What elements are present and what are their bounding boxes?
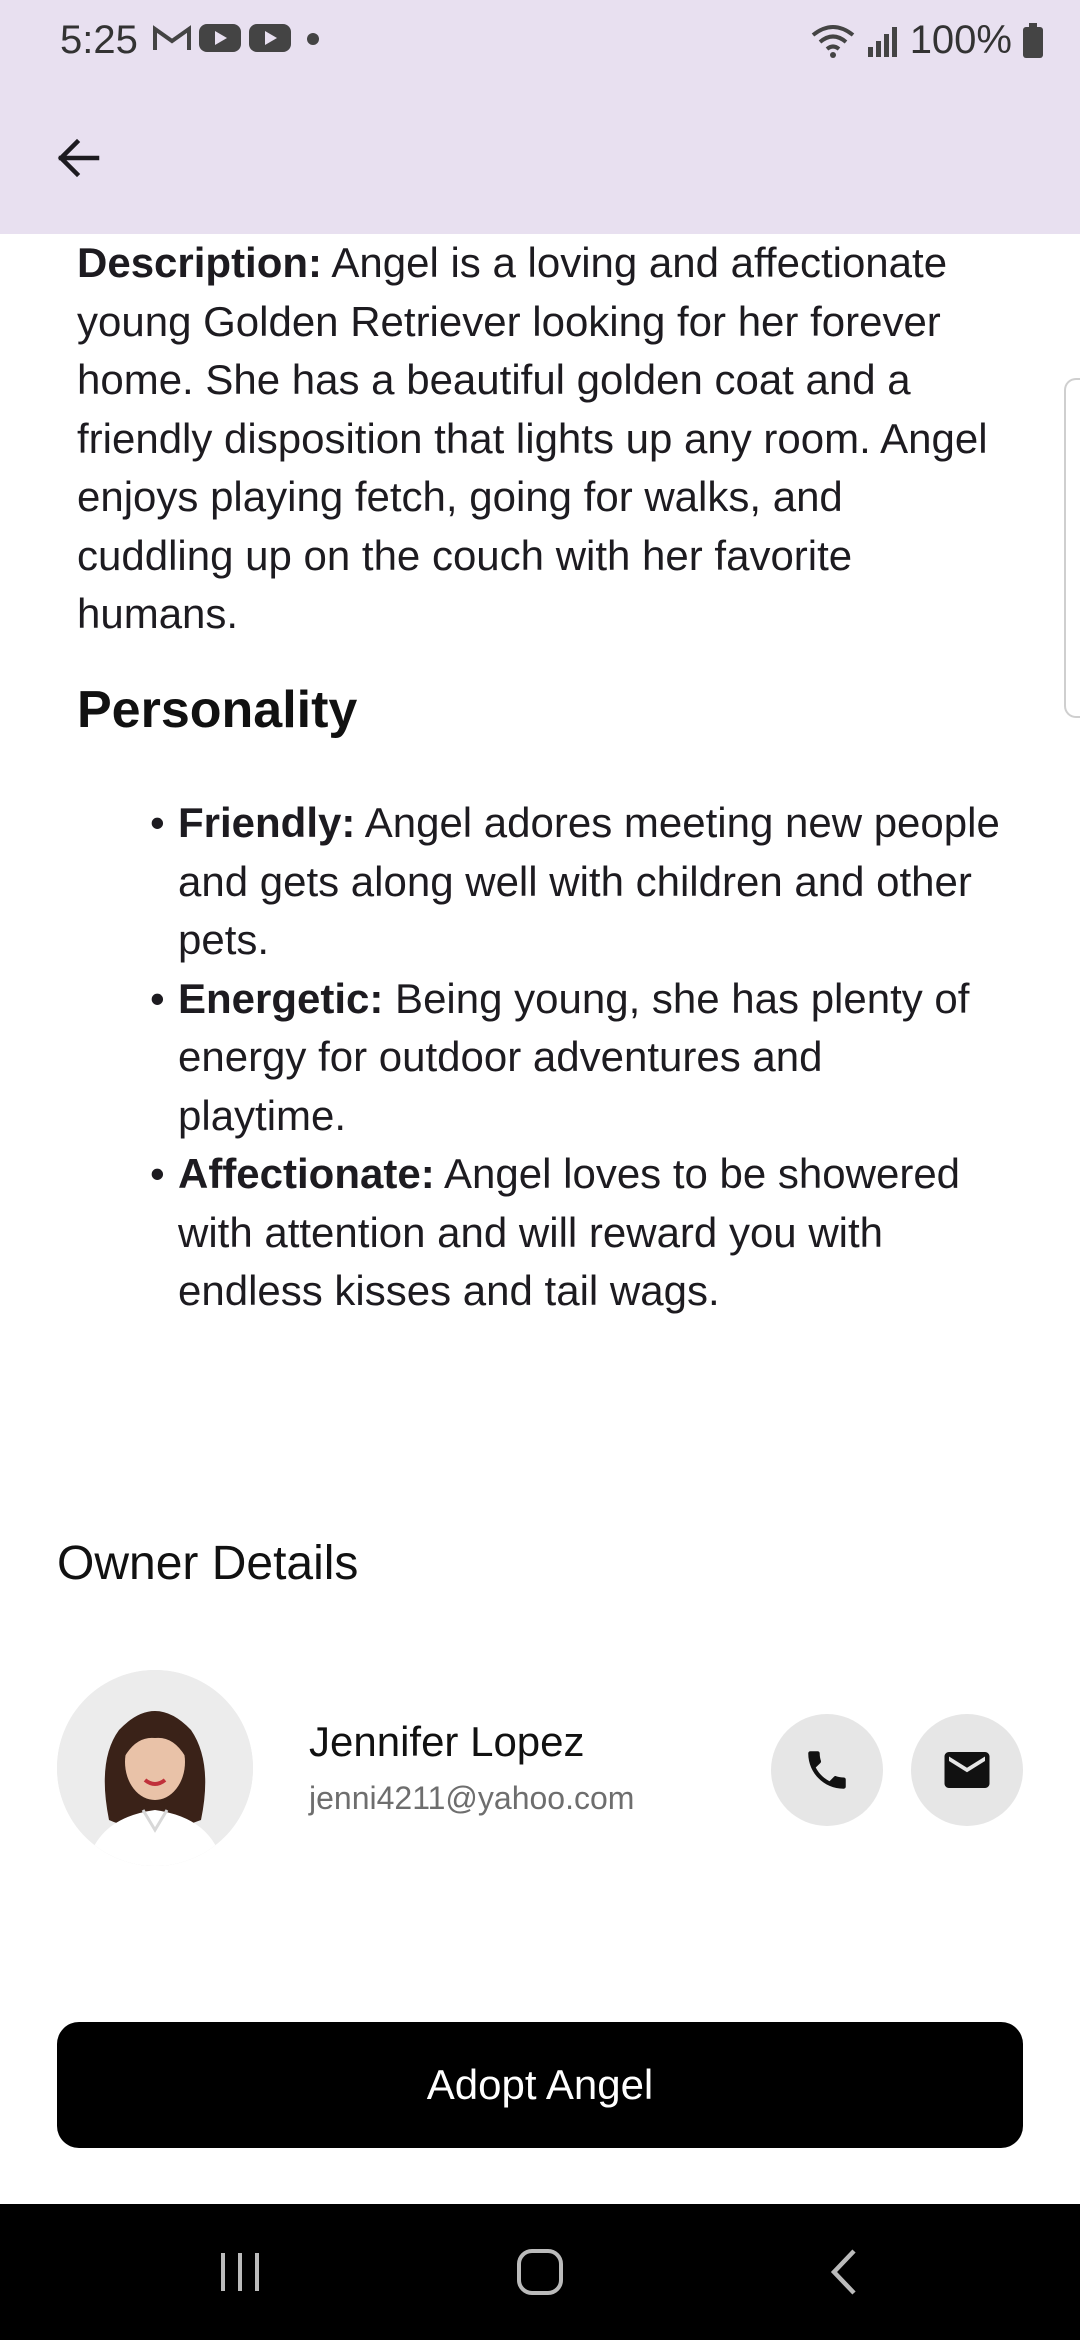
status-bar: 5:25 100% (0, 0, 1080, 82)
trait-affectionate: • Affectionate: Angel loves to be showere… (150, 1145, 1000, 1321)
bullet: • (150, 974, 165, 1022)
status-time: 5:25 (60, 18, 138, 62)
nav-back-button[interactable] (812, 2240, 876, 2304)
personality-list: • Friendly: Angel adores meeting new peop… (150, 794, 1000, 1321)
adopt-button[interactable]: Adopt Angel (57, 2022, 1023, 2148)
phone-icon (808, 1751, 846, 1789)
battery-percent: 100% (909, 18, 1012, 62)
youtube-icon (249, 24, 291, 52)
dot-icon (307, 33, 319, 45)
battery-icon (1023, 22, 1043, 58)
home-icon (517, 2249, 563, 2295)
description-text: Angel is a loving and affectionate young… (77, 239, 988, 637)
system-nav-bar (0, 2204, 1080, 2340)
recents-icon (221, 2253, 259, 2291)
trait-label: Friendly: (178, 799, 356, 846)
owner-photo (57, 1670, 253, 1866)
notification-icons (152, 22, 328, 54)
youtube-icon (199, 24, 241, 52)
recents-button[interactable] (208, 2240, 272, 2304)
trait-label: Energetic: (178, 974, 384, 1022)
description-paragraph: Description: Angel is a loving and affec… (77, 234, 1007, 644)
description-label: Description: (77, 239, 323, 286)
wifi-icon (811, 24, 854, 58)
owner-details-heading: Owner Details (57, 1537, 359, 1590)
owner-email: jenni4211@yahoo.com (309, 1780, 635, 1816)
trait-energetic: • Energetic: Being young, she has plenty … (150, 970, 1000, 1146)
avatar (57, 1670, 253, 1866)
owner-name: Jennifer Lopez (309, 1718, 585, 1765)
email-button[interactable] (911, 1714, 1023, 1826)
trait-label: Affectionate: (178, 1150, 435, 1197)
scroll-indicator[interactable] (1064, 378, 1080, 718)
home-button[interactable] (508, 2240, 572, 2304)
mail-icon (944, 1752, 990, 1788)
arrow-left-icon (57, 138, 100, 178)
signal-icon (867, 26, 897, 57)
app-bar (0, 82, 1080, 234)
gmail-icon (153, 25, 191, 50)
back-icon (830, 2249, 856, 2295)
personality-heading: Personality (77, 681, 358, 739)
trait-friendly: • Friendly: Angel adores meeting new peop… (150, 794, 1000, 970)
call-button[interactable] (771, 1714, 883, 1826)
back-button[interactable] (40, 120, 116, 196)
bullet: • (150, 799, 165, 846)
system-icons: 100% (810, 18, 1044, 63)
bullet: • (150, 1150, 165, 1197)
